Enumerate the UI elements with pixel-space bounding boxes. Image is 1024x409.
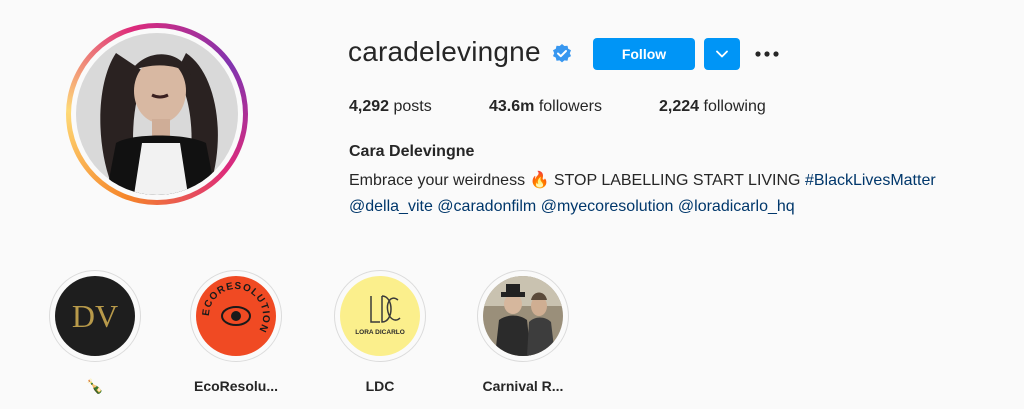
hashtag-link[interactable]: #BlackLivesMatter <box>805 172 936 189</box>
bio-text: Embrace your weirdness 🔥 STOP LABELLING … <box>349 172 805 189</box>
highlight-ring: ECORESOLUTION <box>190 270 282 362</box>
profile-avatar-ring[interactable] <box>66 23 248 205</box>
highlight-cover: ECORESOLUTION <box>196 276 276 356</box>
suggested-accounts-button[interactable] <box>704 38 740 70</box>
following-label: following <box>699 98 766 115</box>
mention-link[interactable]: @caradonfilm <box>437 198 536 215</box>
more-options-icon <box>755 51 779 57</box>
profile-full-name: Cara Delevingne <box>349 143 475 160</box>
story-highlight[interactable]: Carnival R... <box>477 270 569 394</box>
highlight-ring: DV <box>49 270 141 362</box>
posts-stat: 4,292 posts <box>349 98 432 116</box>
follow-button[interactable]: Follow <box>593 38 695 70</box>
profile-bio: Embrace your weirdness 🔥 STOP LABELLING … <box>349 168 936 220</box>
highlight-cover-image: ECORESOLUTION <box>196 276 276 356</box>
profile-username: caradelevingne <box>348 36 541 67</box>
verified-badge-icon <box>553 44 571 63</box>
followers-stat[interactable]: 43.6m followers <box>489 98 602 116</box>
highlight-cover-text: LORA DICARLO <box>355 329 405 336</box>
highlight-ring <box>477 270 569 362</box>
story-highlight[interactable]: LORA DICARLO LDC <box>334 270 426 394</box>
profile-avatar[interactable] <box>76 33 238 195</box>
highlight-cover-image: DV <box>55 276 135 356</box>
highlight-cover <box>483 276 563 356</box>
highlight-cover-image: LORA DICARLO <box>340 276 420 356</box>
highlight-cover: DV <box>55 276 135 356</box>
story-highlight[interactable]: ECORESOLUTION EcoResolu... <box>190 270 282 394</box>
followers-count: 43.6m <box>489 98 535 115</box>
avatar-photo <box>76 33 238 195</box>
highlight-label: EcoResolu... <box>193 378 279 394</box>
posts-label: posts <box>389 98 432 115</box>
highlight-label: LDC <box>365 378 395 394</box>
following-count: 2,224 <box>659 98 700 115</box>
chevron-down-icon <box>716 50 728 58</box>
following-stat[interactable]: 2,224 following <box>659 98 766 116</box>
mention-link[interactable]: @myecoresolution <box>541 198 674 215</box>
highlight-cover-image <box>483 276 563 356</box>
posts-count: 4,292 <box>349 98 390 115</box>
highlight-label: Carnival R... <box>482 378 564 394</box>
followers-label: followers <box>534 98 602 115</box>
highlight-cover: LORA DICARLO <box>340 276 420 356</box>
highlight-label: 🍾 <box>86 378 104 394</box>
highlight-ring: LORA DICARLO <box>334 270 426 362</box>
mention-link[interactable]: @della_vite <box>349 198 433 215</box>
avatar-gap <box>71 28 243 200</box>
mention-link[interactable]: @loradicarlo_hq <box>678 198 795 215</box>
more-options-button[interactable] <box>752 40 782 68</box>
story-highlight[interactable]: DV 🍾 <box>49 270 141 395</box>
highlight-cover-text: DV <box>72 298 118 334</box>
